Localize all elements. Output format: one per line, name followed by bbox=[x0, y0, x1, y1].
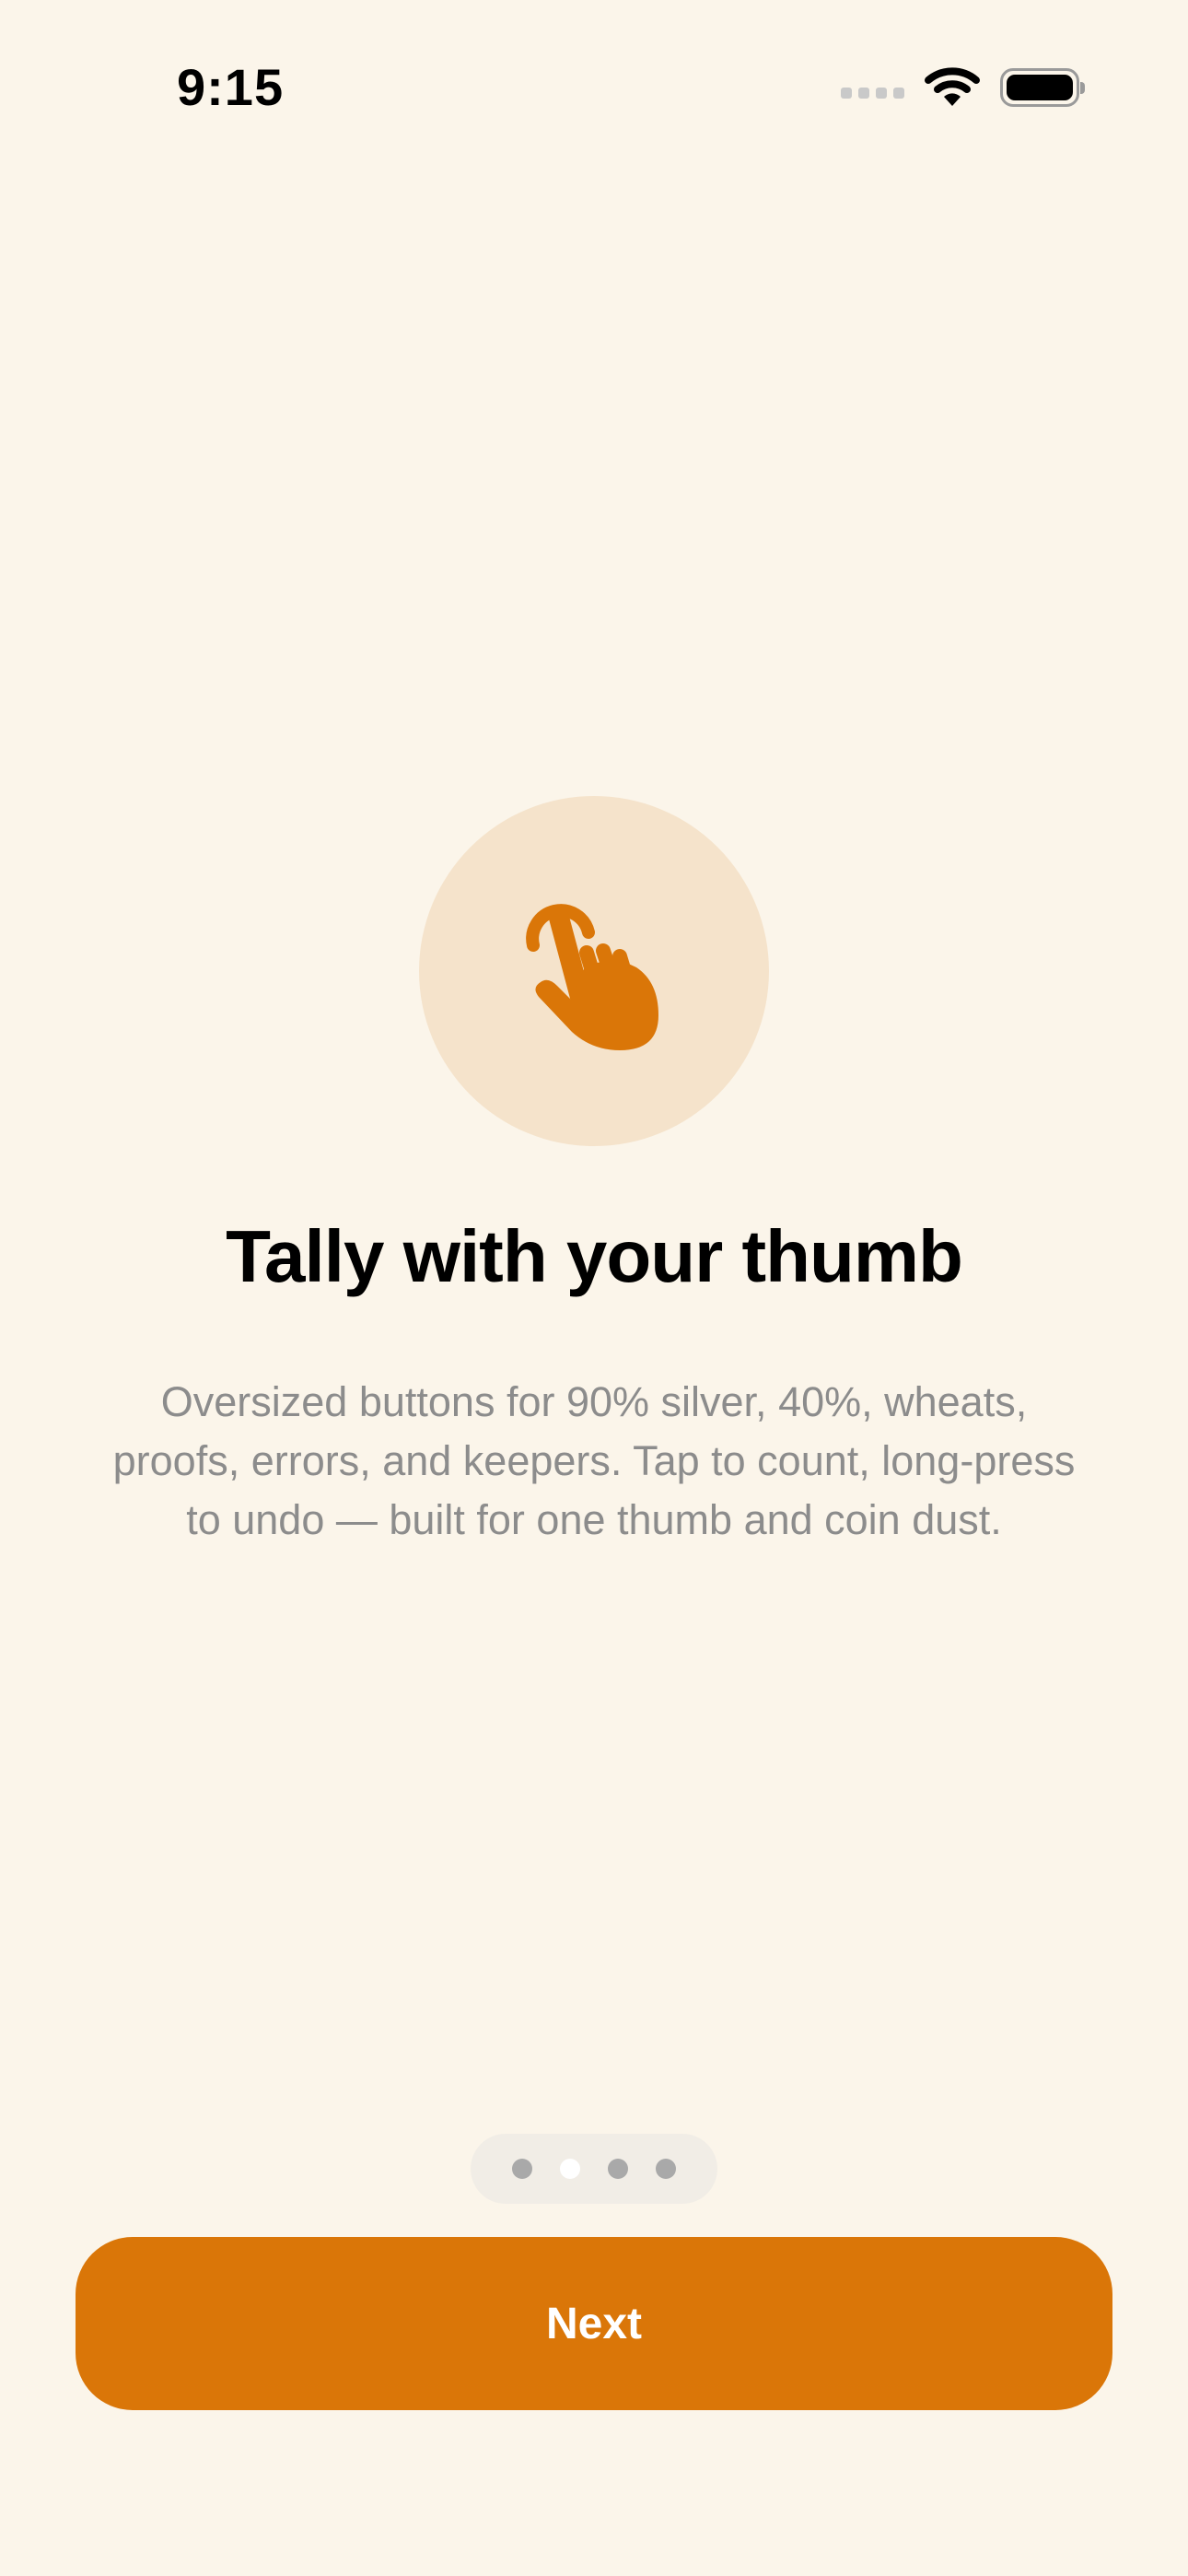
battery-icon bbox=[1000, 68, 1085, 107]
page-dot-1[interactable] bbox=[512, 2159, 532, 2179]
page-dot-2-active[interactable] bbox=[560, 2159, 580, 2179]
page-indicator[interactable] bbox=[471, 2134, 717, 2204]
illustration-circle bbox=[419, 796, 769, 1146]
page-dot-3[interactable] bbox=[608, 2159, 628, 2179]
wifi-icon bbox=[925, 67, 980, 106]
page-dot-4[interactable] bbox=[656, 2159, 676, 2179]
hand-tap-icon bbox=[526, 904, 658, 1050]
next-button[interactable]: Next bbox=[76, 2237, 1112, 2410]
page-title: Tally with your thumb bbox=[226, 1215, 963, 1297]
status-time: 9:15 bbox=[177, 58, 285, 116]
page-description: Oversized buttons for 90% silver, 40%, w… bbox=[112, 1378, 1076, 1543]
cellular-signal-icon bbox=[841, 88, 904, 99]
status-indicators bbox=[841, 63, 1085, 112]
